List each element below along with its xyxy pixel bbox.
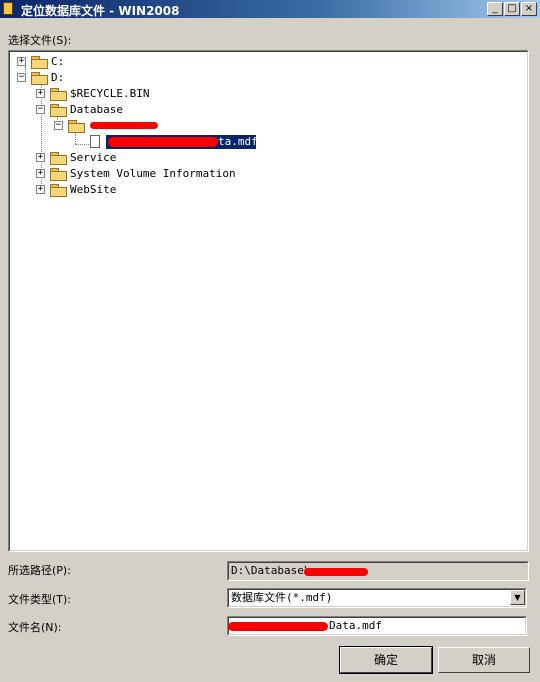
folder-icon	[50, 184, 67, 197]
expand-icon[interactable]: +	[36, 89, 45, 98]
collapse-icon[interactable]: −	[17, 73, 26, 82]
maximize-button[interactable]: □	[504, 2, 520, 16]
chevron-down-icon[interactable]: ▼	[510, 590, 525, 605]
folder-open-icon	[68, 120, 85, 133]
file-name-input[interactable]: Data.mdf	[227, 616, 527, 636]
expand-icon[interactable]: +	[17, 57, 26, 66]
file-type-label: 文件类型(T):	[8, 593, 72, 606]
collapse-icon[interactable]: −	[36, 105, 45, 114]
redaction-mark	[90, 122, 158, 129]
folder-icon	[50, 152, 67, 165]
selected-path-label: 所选路径(P):	[8, 564, 71, 577]
window-title: 定位数据库文件 - WIN2008	[21, 4, 180, 18]
expand-icon[interactable]: +	[36, 185, 45, 194]
expand-icon[interactable]: +	[36, 169, 45, 178]
folder-icon	[50, 88, 67, 101]
folder-open-icon	[31, 72, 48, 85]
title-bar: 定位数据库文件 - WIN2008 _ □ ×	[0, 0, 540, 18]
cancel-button[interactable]: 取消	[438, 647, 530, 673]
redaction-mark	[304, 568, 368, 576]
minimize-button[interactable]: _	[487, 2, 503, 16]
folder-icon	[50, 168, 67, 181]
selected-path-field: D:\Database\	[227, 561, 529, 581]
file-type-select[interactable]: 数据库文件(*.mdf) ▼	[227, 588, 527, 608]
expand-icon[interactable]: +	[36, 153, 45, 162]
collapse-icon[interactable]: −	[54, 121, 63, 130]
ok-button[interactable]: 确定	[339, 646, 433, 674]
select-file-label: 选择文件(S):	[8, 34, 72, 47]
redaction-mark	[108, 137, 218, 147]
file-name-label: 文件名(N):	[8, 621, 62, 634]
redaction-mark	[228, 622, 328, 631]
file-tree[interactable]: + C: − D: + $RECYCLE.BIN − Database − ta…	[8, 50, 529, 552]
folder-open-icon	[50, 104, 67, 117]
file-icon	[90, 135, 100, 148]
folder-icon	[31, 56, 48, 69]
database-icon	[3, 2, 13, 15]
close-button[interactable]: ×	[521, 2, 537, 16]
